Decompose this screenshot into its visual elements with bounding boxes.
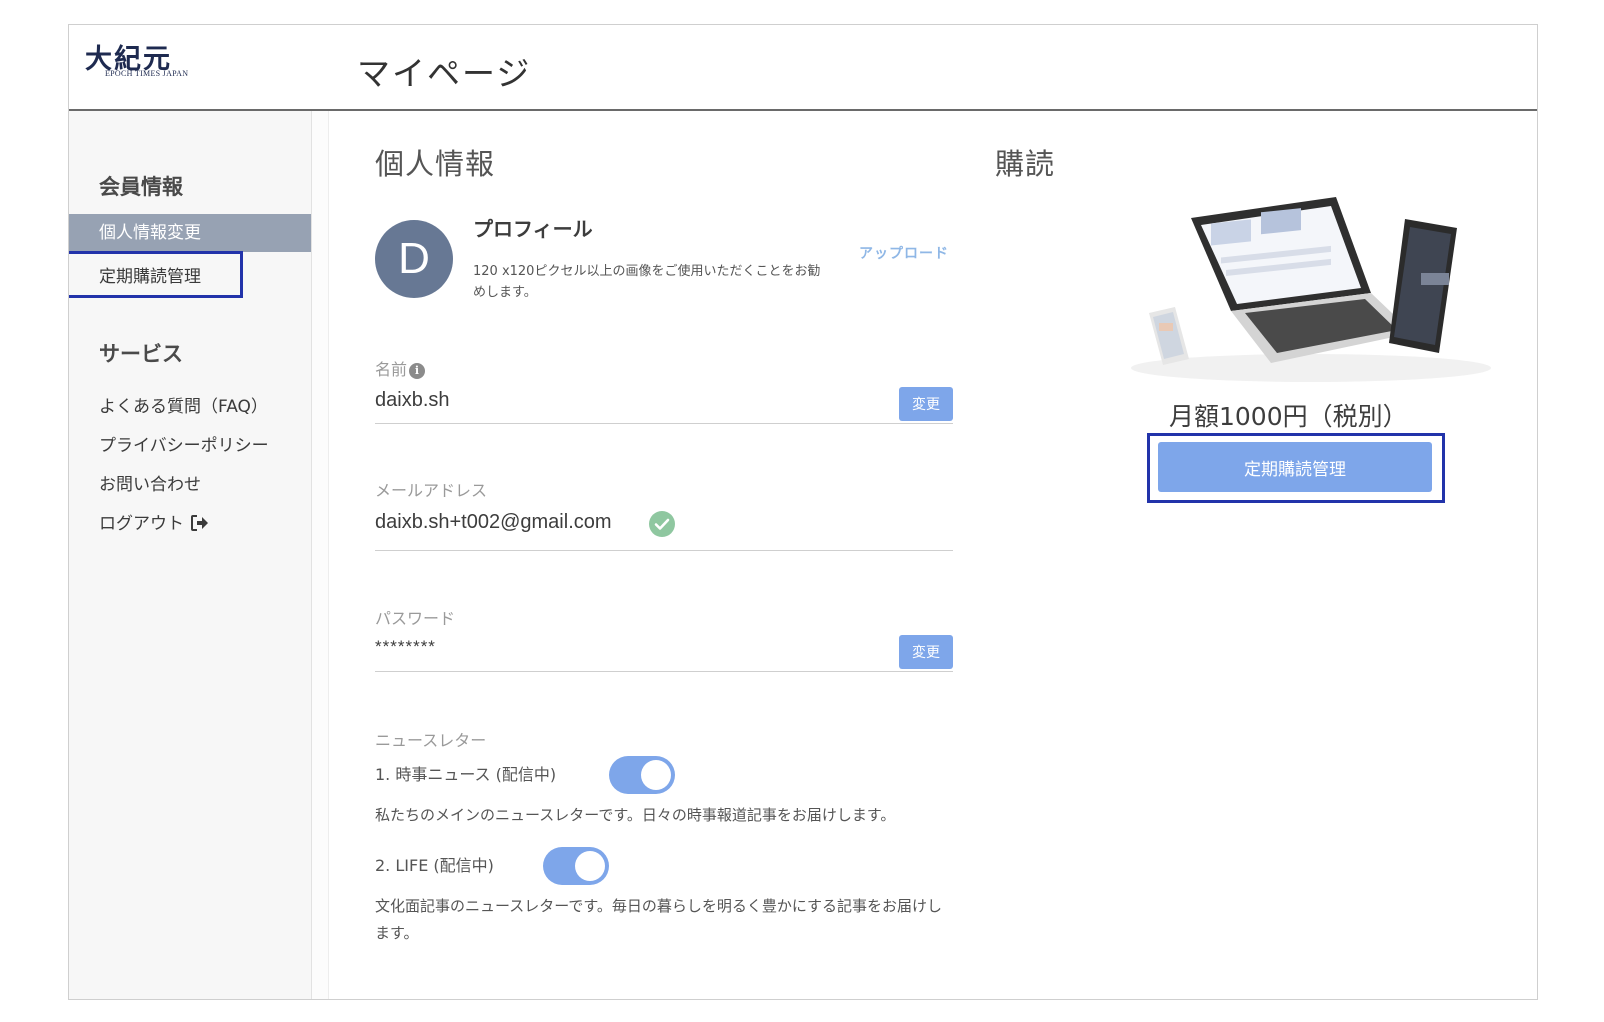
newsletter-item-2-label: 2. LIFE (配信中) [375, 856, 494, 875]
info-icon[interactable]: i [409, 363, 426, 379]
email-label: メールアドレス [375, 481, 488, 500]
change-password-button[interactable]: 変更 [899, 635, 953, 669]
check-circle-icon [649, 511, 675, 537]
profile-title: プロフィール [473, 217, 593, 241]
newsletter-title: ニュースレター [375, 731, 487, 750]
sidebar-item-subscription-manage[interactable]: 定期購読管理 [99, 262, 201, 287]
email-value: daixb.sh+t002@gmail.com [375, 511, 612, 533]
password-label: パスワード [375, 609, 456, 628]
sidebar-item-profile-edit[interactable]: 個人情報変更 [69, 214, 311, 252]
sidebar: 会員情報 個人情報変更 定期購読管理 サービス よくある質問（FAQ） プライバ… [69, 111, 312, 999]
subscription-manage-button[interactable]: 定期購読管理 [1158, 442, 1432, 492]
name-underline [375, 423, 953, 424]
newsletter-toggle-2[interactable] [543, 847, 609, 885]
toggle-knob [641, 760, 671, 790]
logo-subtext: EPOCH TIMES JAPAN [105, 69, 189, 78]
newsletter-toggle-1[interactable] [609, 756, 675, 794]
logout-icon [191, 515, 209, 531]
upload-link[interactable]: アップロード [859, 243, 949, 263]
password-value: ******** [375, 637, 436, 656]
newsletter-item-1-description: 私たちのメインのニュースレターです。日々の時事報道記事をお届けします。 [375, 806, 896, 824]
name-label: 名前 i [375, 356, 426, 380]
page-frame: 大紀元 EPOCH TIMES JAPAN マイページ 会員情報 個人情報変更 … [68, 24, 1538, 1000]
sidebar-item-privacy[interactable]: プライバシーポリシー [99, 431, 269, 456]
sidebar-heading-member: 会員情報 [99, 175, 183, 199]
profile-description: 120 x120ピクセル以上の画像をご使用いただくことをお勧めします。 [473, 264, 821, 300]
email-underline [375, 550, 953, 551]
password-underline [375, 671, 953, 672]
toggle-knob [575, 851, 605, 881]
sidebar-heading-service: サービス [99, 342, 183, 366]
devices-image [1121, 193, 1495, 383]
newsletter-item-1-label: 1. 時事ニュース (配信中) [375, 765, 557, 784]
sidebar-divider [312, 111, 329, 999]
page-title: マイページ [357, 54, 532, 93]
sidebar-item-logout[interactable]: ログアウト [99, 509, 209, 534]
name-value: daixb.sh [375, 389, 450, 411]
section-title-subscription: 購読 [995, 147, 1056, 181]
subscription-price: 月額1000円（税別） [1169, 402, 1408, 431]
name-label-text: 名前 [375, 360, 408, 379]
logout-label: ログアウト [99, 514, 184, 534]
change-name-button[interactable]: 変更 [899, 387, 953, 421]
header: 大紀元 EPOCH TIMES JAPAN マイページ [69, 25, 1537, 111]
section-title-personal: 個人情報 [375, 147, 496, 181]
newsletter-item-2-description: 文化面記事のニュースレターです。毎日の暮らしを明るく豊かにする記事をお届けします… [375, 897, 943, 942]
logo[interactable]: 大紀元 EPOCH TIMES JAPAN [85, 37, 215, 81]
sidebar-item-contact[interactable]: お問い合わせ [99, 470, 201, 495]
avatar[interactable]: D [375, 220, 453, 298]
sidebar-item-faq[interactable]: よくある質問（FAQ） [99, 392, 268, 417]
